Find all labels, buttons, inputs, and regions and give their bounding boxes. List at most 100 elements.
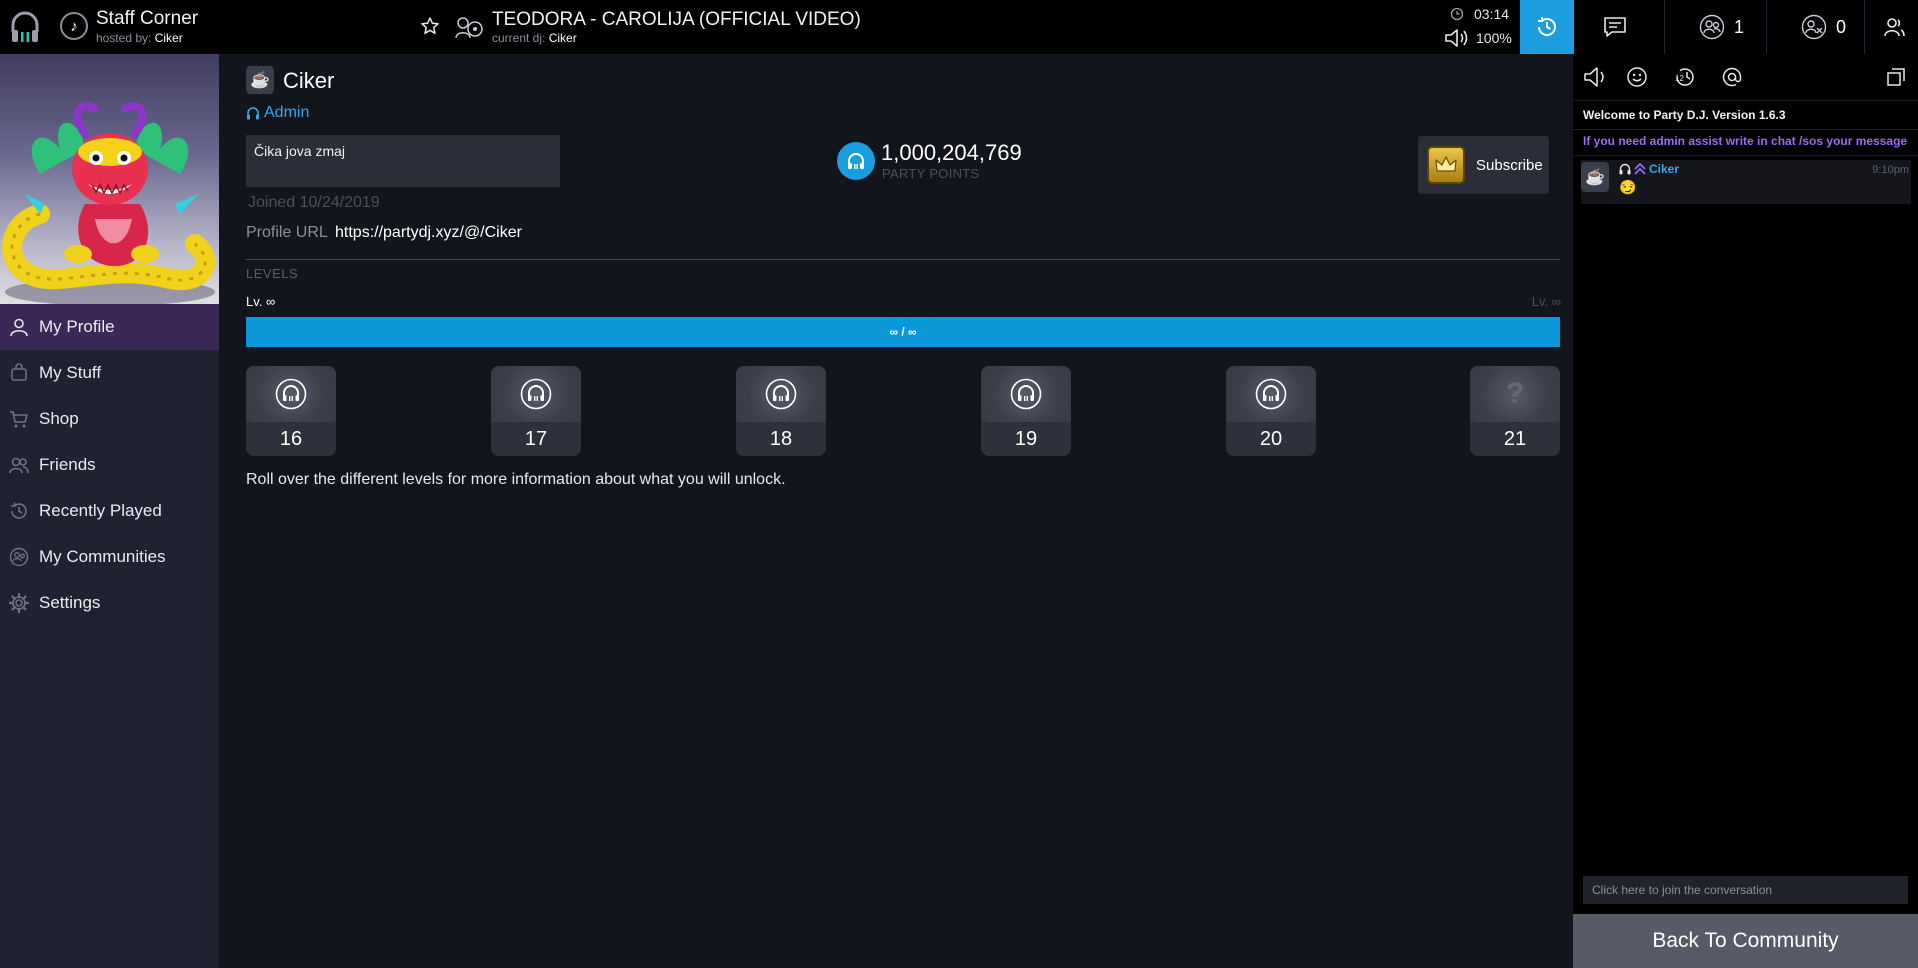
- crown-icon: [1427, 146, 1465, 184]
- hosted-by: hosted by: Ciker: [96, 31, 183, 45]
- sidebar: My Profile My Stuff Shop Friends Recentl…: [0, 54, 219, 968]
- history-icon: [8, 500, 30, 522]
- room-name: Staff Corner: [96, 8, 199, 29]
- vip-users-button[interactable]: 0: [1786, 0, 1860, 54]
- divider: [1766, 0, 1767, 54]
- headphones-logo-icon[interactable]: [10, 10, 40, 44]
- avatar[interactable]: ☕: [1581, 162, 1609, 192]
- timestamp-icon[interactable]: 12: [1672, 64, 1698, 90]
- chat-input[interactable]: [1583, 876, 1908, 904]
- headphones-icon: [1619, 163, 1631, 175]
- chat-message-time: 9:10pm: [1872, 164, 1909, 176]
- listeners-button[interactable]: 1: [1684, 0, 1758, 54]
- chat-icon: [1604, 17, 1626, 37]
- level-tile-19[interactable]: 19: [981, 366, 1071, 456]
- current-dj-name[interactable]: Ciker: [549, 31, 577, 45]
- sidebar-item-my-stuff[interactable]: My Stuff: [0, 350, 219, 396]
- back-to-community-button[interactable]: Back To Community: [1573, 914, 1918, 968]
- dj-icon: [454, 14, 484, 40]
- hosted-by-label: hosted by:: [96, 31, 152, 45]
- profile-icon: [1884, 18, 1905, 37]
- level-unlocked-icon: [246, 366, 336, 422]
- emoji-icon[interactable]: [1624, 64, 1650, 90]
- level-locked-icon: ?: [1470, 366, 1560, 422]
- level-tile-16[interactable]: 16: [246, 366, 336, 456]
- sidebar-item-label: Recently Played: [39, 501, 162, 520]
- level-tile-number: 21: [1503, 427, 1527, 450]
- star-icon[interactable]: [420, 16, 440, 36]
- bio-field[interactable]: Čika jova zmaj: [246, 135, 560, 187]
- divider: [1573, 129, 1918, 130]
- popout-icon[interactable]: [1883, 64, 1909, 90]
- chat-message-user[interactable]: Ciker: [1619, 162, 1679, 176]
- divider: [246, 259, 1560, 260]
- sidebar-item-my-profile[interactable]: My Profile: [0, 304, 219, 350]
- level-tile-20[interactable]: 20: [1226, 366, 1316, 456]
- sidebar-item-shop[interactable]: Shop: [0, 396, 219, 442]
- vip-users-icon: [1801, 14, 1827, 40]
- divider: [1664, 0, 1665, 54]
- sidebar-item-label: Shop: [39, 409, 79, 428]
- subscribe-label: Subscribe: [1476, 156, 1543, 174]
- chat-panel: 12 Welcome to Party D.J. Version 1.6.3 I…: [1573, 54, 1918, 968]
- level-tile-number: 18: [769, 427, 793, 450]
- divider: [1864, 0, 1865, 54]
- profile-url-link[interactable]: https://partydj.xyz/@/Ciker: [335, 224, 522, 242]
- sidebar-item-recently-played[interactable]: Recently Played: [0, 488, 219, 534]
- level-progress-bar: ∞ / ∞: [246, 317, 1560, 347]
- current-level: Lv. ∞: [246, 294, 276, 309]
- listeners-count: 1: [1733, 16, 1744, 37]
- current-dj: current dj: Ciker: [492, 31, 577, 45]
- volume-icon[interactable]: [1444, 28, 1472, 48]
- cart-icon: [8, 408, 30, 430]
- song-title: TEODORA - CAROLIJA (OFFICIAL VIDEO): [492, 9, 861, 30]
- sidebar-item-label: My Communities: [39, 547, 166, 566]
- party-points-label: PARTY POINTS: [882, 166, 980, 181]
- sidebar-item-my-communities[interactable]: My Communities: [0, 534, 219, 580]
- headphones-icon: [247, 107, 259, 120]
- user-icon: [8, 316, 30, 338]
- level-unlocked-icon: [1226, 366, 1316, 422]
- level-tile-number: 16: [279, 427, 303, 450]
- profile-url-label: Profile URL: [246, 224, 328, 241]
- next-level: Lv. ∞: [1531, 294, 1561, 309]
- history-icon: [1537, 17, 1556, 36]
- level-unlocked-icon: [981, 366, 1071, 422]
- users-icon: [1699, 14, 1725, 40]
- mention-icon[interactable]: [1719, 64, 1745, 90]
- level-tile-number: 19: [1014, 427, 1038, 450]
- chat-admin-notice: If you need admin assist write in chat /…: [1583, 134, 1908, 148]
- history-button[interactable]: [1520, 0, 1574, 54]
- community-icon: [8, 546, 30, 568]
- level-unlocked-icon: [736, 366, 826, 422]
- level-tile-17[interactable]: 17: [491, 366, 581, 456]
- vip-count: 0: [1835, 16, 1846, 37]
- music-note-icon: ♪: [60, 12, 88, 40]
- chat-message-username: Ciker: [1649, 162, 1680, 176]
- level-tile-21[interactable]: ? 21: [1470, 366, 1560, 456]
- host-name[interactable]: Ciker: [155, 31, 183, 45]
- sidebar-item-label: My Profile: [39, 317, 115, 336]
- role-label: Admin: [264, 104, 310, 121]
- level-tile-18[interactable]: 18: [736, 366, 826, 456]
- levels-hint: Roll over the different levels for more …: [246, 471, 786, 488]
- role-badge: Admin: [246, 104, 309, 122]
- announce-icon[interactable]: [1583, 64, 1609, 90]
- avatar: ☕: [246, 66, 274, 94]
- chat-button[interactable]: [1580, 0, 1650, 54]
- chat-message-text: 😏: [1619, 179, 1637, 195]
- sidebar-item-label: Settings: [39, 593, 101, 612]
- divider: [1573, 155, 1918, 156]
- sidebar-item-settings[interactable]: Settings: [0, 580, 219, 626]
- profile-name: Ciker: [283, 68, 335, 93]
- profile-avatar-image: [0, 54, 219, 304]
- level-tile-number: 20: [1259, 427, 1283, 450]
- sidebar-item-label: My Stuff: [39, 363, 102, 382]
- subscribe-button[interactable]: Subscribe: [1418, 136, 1549, 194]
- joined-date: Joined 10/24/2019: [248, 194, 380, 211]
- volume-level: 100%: [1476, 30, 1512, 46]
- profile-button[interactable]: [1874, 0, 1914, 54]
- clock-icon: [1450, 7, 1464, 21]
- question-mark: ?: [1505, 377, 1525, 410]
- sidebar-item-friends[interactable]: Friends: [0, 442, 219, 488]
